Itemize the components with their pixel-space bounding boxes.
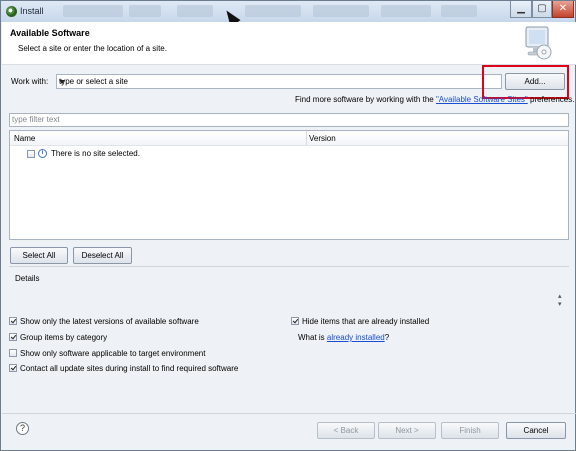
footer-divider — [2, 413, 576, 414]
table-row[interactable]: i There is no site selected. — [10, 147, 568, 160]
contact-update-sites-label: Contact all update sites during install … — [20, 364, 239, 373]
column-header-version[interactable]: Version — [309, 134, 336, 143]
group-by-category-label: Group items by category — [20, 333, 108, 342]
already-installed-link[interactable]: already installed — [327, 333, 385, 342]
help-icon[interactable]: ? — [16, 422, 29, 435]
column-divider[interactable] — [306, 131, 307, 145]
work-with-value: type or select a site — [59, 77, 128, 86]
cancel-button[interactable]: Cancel — [506, 422, 566, 439]
select-all-button[interactable]: Select All — [10, 247, 68, 264]
table-header: Name Version — [10, 131, 568, 146]
row-checkbox[interactable] — [27, 150, 35, 158]
title-bar: Install ▁ ▢ ✕ — [1, 1, 575, 27]
dialog-header: Available Software Select a site or ente… — [2, 22, 576, 65]
monitor-cd-icon — [525, 26, 552, 60]
deselect-all-button[interactable]: Deselect All — [73, 247, 132, 264]
available-software-sites-link[interactable]: "Available Software Sites" — [436, 95, 528, 104]
eclipse-icon — [6, 6, 17, 17]
latest-versions-label: Show only the latest versions of availab… — [20, 317, 199, 326]
software-table[interactable]: Name Version i There is no site selected… — [9, 130, 569, 240]
maximize-button[interactable]: ▢ — [532, 1, 552, 18]
details-divider — [9, 266, 569, 267]
install-dialog: Install ▁ ▢ ✕ Available Software Select … — [0, 0, 576, 451]
filter-input[interactable]: type filter text — [9, 113, 569, 127]
contact-update-sites-checkbox[interactable] — [9, 364, 17, 372]
details-scroll-icon[interactable]: ▴ ▾ — [558, 292, 562, 308]
background-window-tab — [441, 5, 477, 17]
page-title: Available Software — [10, 28, 90, 38]
hide-installed-checkbox[interactable] — [291, 317, 299, 325]
work-with-label: Work with: — [11, 77, 49, 86]
applicable-only-checkbox[interactable] — [9, 349, 17, 357]
info-icon: i — [38, 149, 47, 158]
background-window-tab — [63, 5, 123, 17]
minimize-button[interactable]: ▁ — [510, 1, 532, 18]
page-subtitle: Select a site or enter the location of a… — [18, 44, 167, 53]
background-window-tab — [313, 5, 369, 17]
back-button[interactable]: < Back — [317, 422, 375, 439]
hide-installed-label: Hide items that are already installed — [302, 317, 430, 326]
filter-placeholder: type filter text — [12, 115, 60, 124]
window-title: Install — [20, 6, 44, 16]
row-name: There is no site selected. — [51, 149, 140, 158]
column-header-name[interactable]: Name — [14, 134, 35, 143]
background-window-tab — [245, 5, 301, 17]
background-window-tab — [129, 5, 161, 17]
background-window-tab — [177, 5, 213, 17]
finish-button[interactable]: Finish — [441, 422, 499, 439]
next-button[interactable]: Next > — [378, 422, 436, 439]
group-by-category-checkbox[interactable] — [9, 333, 17, 341]
highlight-annotation — [482, 65, 569, 99]
chevron-down-icon[interactable] — [59, 80, 65, 84]
close-button[interactable]: ✕ — [552, 1, 574, 18]
what-is-installed-text: What is already installed? — [298, 333, 390, 342]
background-window-tab — [381, 5, 431, 17]
find-more-text: Find more software by working with the "… — [295, 95, 575, 104]
details-label: Details — [15, 274, 40, 283]
applicable-only-label: Show only software applicable to target … — [20, 349, 206, 358]
work-with-combo[interactable]: type or select a site — [56, 74, 502, 89]
latest-versions-checkbox[interactable] — [9, 317, 17, 325]
